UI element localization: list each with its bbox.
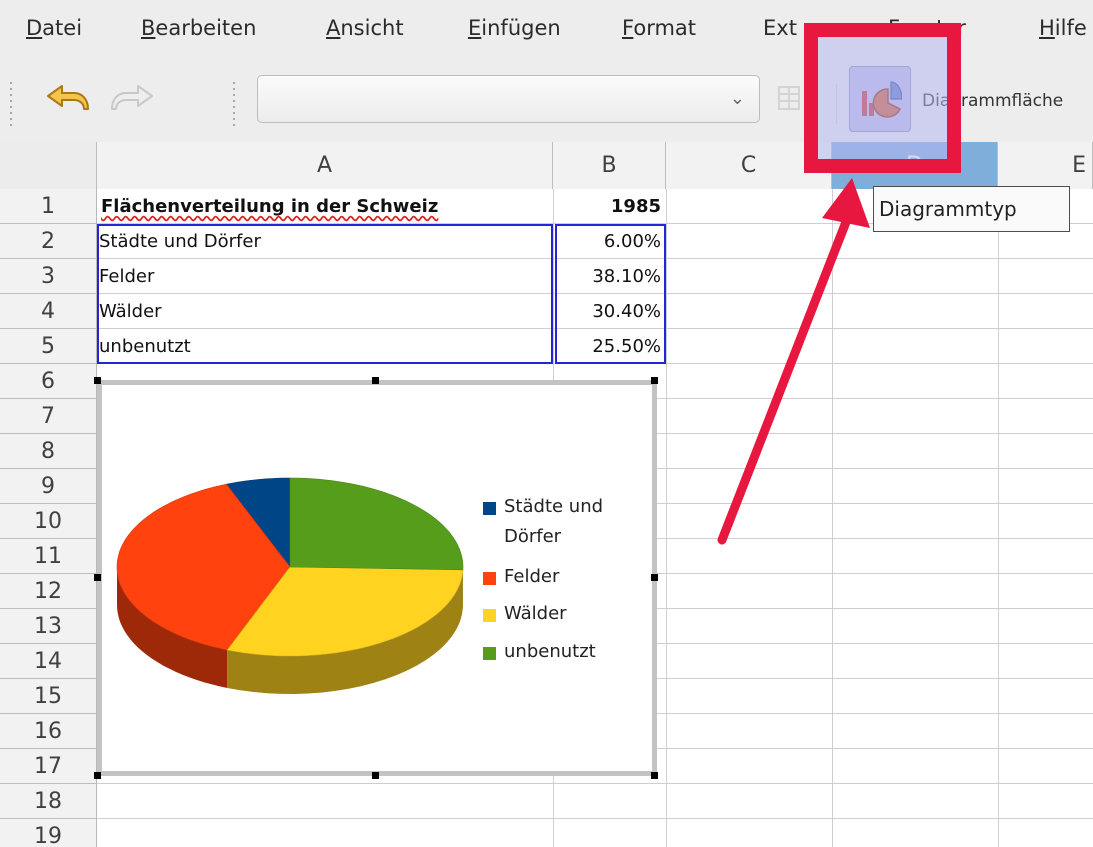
cell-a4[interactable]: Wälder — [99, 295, 162, 328]
column-header-b[interactable]: B — [553, 142, 666, 189]
chart-type-icon — [862, 81, 902, 118]
row-header[interactable]: 4 — [0, 294, 97, 329]
row-header[interactable]: 2 — [0, 224, 97, 259]
select-all-corner[interactable] — [0, 142, 97, 189]
row-header[interactable]: 3 — [0, 259, 97, 294]
legend-label: Städte und — [504, 496, 604, 517]
column-header-c[interactable]: C — [666, 142, 832, 189]
row-header[interactable]: 17 — [0, 749, 97, 784]
menu-ansicht[interactable]: Ansicht — [326, 16, 404, 40]
undo-icon[interactable] — [44, 82, 92, 116]
resize-handle[interactable] — [372, 377, 379, 384]
cell-a3[interactable]: Felder — [99, 260, 154, 293]
legend-label: unbenutzt — [504, 641, 596, 662]
resize-handle[interactable] — [94, 574, 101, 581]
pie-chart — [116, 477, 464, 694]
row-header[interactable]: 16 — [0, 714, 97, 749]
legend-label: Wälder — [504, 603, 567, 624]
row-header[interactable]: 5 — [0, 329, 97, 364]
legend-label: Felder — [504, 566, 560, 587]
cell-b4[interactable]: 30.40% — [556, 295, 661, 328]
menu-datei[interactable]: Datei — [26, 16, 82, 40]
toolbar-separator — [836, 84, 837, 124]
resize-handle[interactable] — [651, 574, 658, 581]
menu-bar: Datei Bearbeiten Ansicht Einfügen Format… — [0, 0, 1093, 58]
menu-fenster[interactable]: Fenster — [888, 16, 966, 40]
row-header[interactable]: 11 — [0, 539, 97, 574]
row-header[interactable]: 9 — [0, 469, 97, 504]
row-header[interactable]: 1 — [0, 189, 97, 224]
row-header[interactable]: 12 — [0, 574, 97, 609]
resize-handle[interactable] — [651, 377, 658, 384]
chart-type-button[interactable] — [849, 66, 911, 132]
row-header[interactable]: 8 — [0, 434, 97, 469]
grid-line — [97, 363, 1093, 364]
column-header-e[interactable]: E — [998, 142, 1093, 189]
row-header[interactable]: 15 — [0, 679, 97, 714]
toolbar-grip[interactable] — [10, 80, 12, 130]
legend-swatch — [483, 572, 496, 585]
cell-b3[interactable]: 38.10% — [556, 260, 661, 293]
pie-slice — [289, 477, 464, 571]
toolbar-grip[interactable] — [233, 80, 235, 130]
grid-icon — [778, 86, 800, 110]
resize-handle[interactable] — [94, 772, 101, 779]
grid-line — [97, 293, 1093, 294]
row-header[interactable]: 6 — [0, 364, 97, 399]
row-header[interactable]: 10 — [0, 504, 97, 539]
row-header[interactable]: 18 — [0, 784, 97, 819]
menu-extras[interactable]: Ext as — [763, 16, 827, 40]
column-header-a[interactable]: A — [97, 142, 553, 189]
menu-hilfe[interactable]: Hilfe — [1039, 16, 1087, 40]
chart-area-label: Diagrammfläche — [922, 91, 1064, 111]
legend-label: Dörfer — [504, 526, 562, 547]
column-header-bar: A B C D E — [0, 142, 1093, 190]
resize-handle[interactable] — [94, 377, 101, 384]
row-header[interactable]: 7 — [0, 399, 97, 434]
redo-icon — [111, 85, 153, 110]
menu-einfuegen[interactable]: Einfügen — [468, 16, 561, 40]
grid-line — [97, 818, 1093, 819]
cell-b2[interactable]: 6.00% — [556, 225, 661, 258]
row-header[interactable]: 13 — [0, 609, 97, 644]
tooltip: Diagrammtyp — [873, 186, 1070, 232]
cell-a2[interactable]: Städte und Dörfer — [99, 225, 261, 258]
grid-line — [97, 783, 1093, 784]
grid-line — [97, 258, 1093, 259]
cell-a5[interactable]: unbenutzt — [99, 330, 191, 363]
resize-handle[interactable] — [651, 772, 658, 779]
resize-handle[interactable] — [372, 772, 379, 779]
name-box-combo[interactable]: ⌄ — [257, 75, 760, 123]
row-header[interactable]: 14 — [0, 644, 97, 679]
legend-swatch — [483, 609, 496, 622]
menu-format[interactable]: Format — [622, 16, 696, 40]
legend-swatch — [483, 502, 496, 515]
grid-line — [97, 328, 1093, 329]
chevron-down-icon[interactable]: ⌄ — [730, 88, 745, 109]
menu-bearbeiten[interactable]: Bearbeiten — [141, 16, 256, 40]
legend-swatch — [483, 647, 496, 660]
row-header[interactable]: 19 — [0, 819, 97, 847]
chart-object[interactable]: Städte und Dörfer Felder Wälder unbenutz… — [97, 380, 657, 776]
column-header-d[interactable]: D — [832, 142, 998, 189]
cell-b5[interactable]: 25.50% — [556, 330, 661, 363]
cell-b1-year[interactable]: 1985 — [556, 190, 661, 223]
cell-a1-title[interactable]: Flächenverteilung in der Schweiz — [101, 190, 438, 223]
